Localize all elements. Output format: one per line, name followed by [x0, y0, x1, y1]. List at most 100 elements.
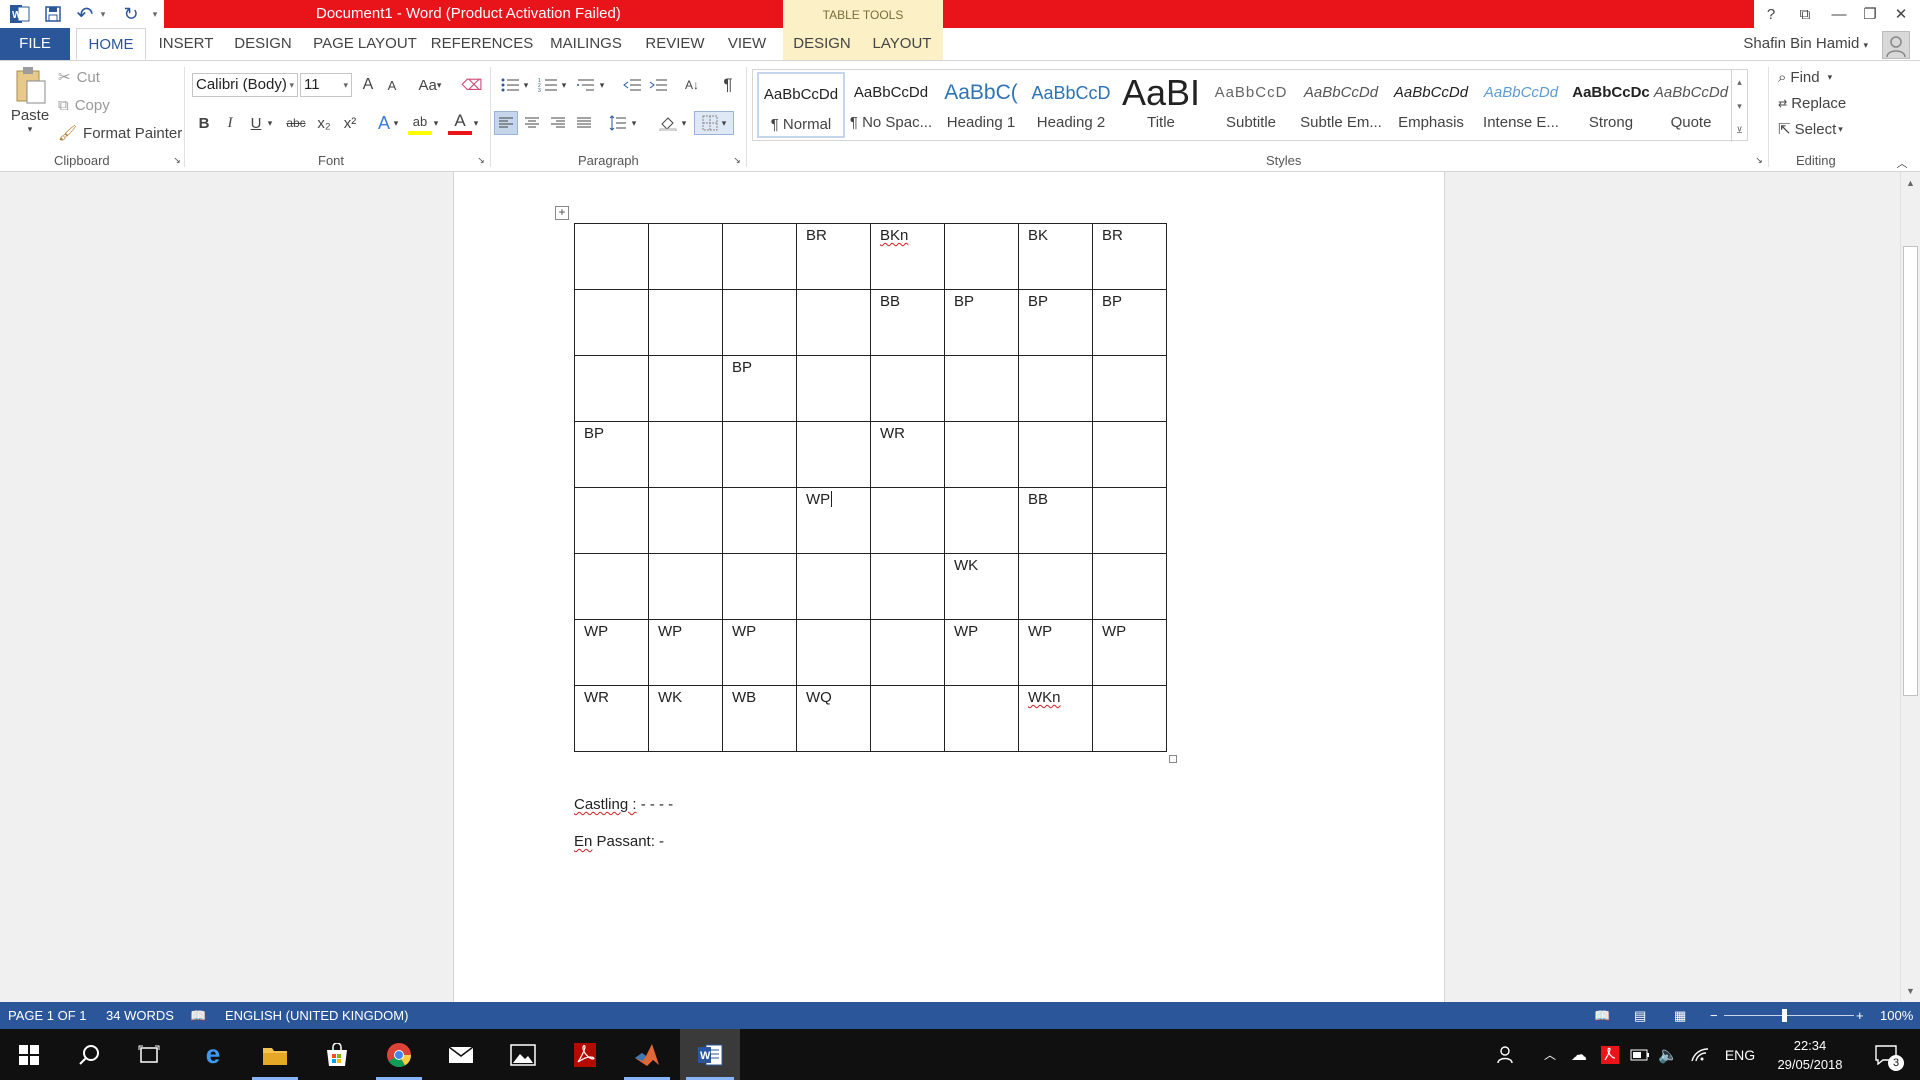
- print-layout-icon[interactable]: ▤: [1634, 1008, 1646, 1024]
- board-cell[interactable]: BR: [796, 223, 871, 290]
- styles-scroll-up-icon[interactable]: ▴: [1731, 70, 1747, 94]
- zoom-level[interactable]: 100%: [1880, 1008, 1913, 1023]
- word-taskbar-icon[interactable]: W: [680, 1029, 740, 1080]
- adobe-tray-icon[interactable]: [1598, 1029, 1622, 1080]
- board-cell[interactable]: [796, 421, 871, 488]
- word-count[interactable]: 34 WORDS: [106, 1008, 174, 1023]
- line-spacing-dropdown-icon[interactable]: ▾: [628, 111, 640, 135]
- borders-button[interactable]: ▾: [694, 111, 734, 135]
- highlight-button[interactable]: ab: [408, 111, 432, 135]
- style-no-spacing[interactable]: AaBbCcDd ¶ No Spac...: [847, 72, 935, 138]
- tab-table-layout[interactable]: LAYOUT: [861, 28, 943, 60]
- chess-board-table[interactable]: BR BKn BK BR BB BP BP BP BP BP WR WP BB WK WP WP WP WP WP W…: [574, 223, 1167, 752]
- increase-indent-icon[interactable]: [646, 73, 670, 97]
- board-cell[interactable]: [1092, 685, 1167, 752]
- customize-qat-dropdown[interactable]: ▾: [148, 3, 162, 25]
- web-layout-icon[interactable]: ▦: [1674, 1008, 1686, 1024]
- superscript-button[interactable]: x²: [338, 111, 362, 135]
- clear-formatting-icon[interactable]: ⌫: [460, 73, 484, 97]
- justify-button[interactable]: [572, 111, 596, 135]
- battery-icon[interactable]: [1628, 1029, 1652, 1080]
- board-cell[interactable]: [870, 487, 945, 554]
- board-cell[interactable]: [1018, 355, 1093, 422]
- acrobat-icon[interactable]: [556, 1029, 614, 1080]
- board-cell[interactable]: [1018, 553, 1093, 620]
- format-painter-button[interactable]: 🖌 Format Painter: [58, 121, 182, 145]
- board-cell[interactable]: [870, 685, 945, 752]
- board-cell[interactable]: WR: [574, 685, 649, 752]
- board-cell[interactable]: [1092, 553, 1167, 620]
- wifi-icon[interactable]: [1688, 1029, 1712, 1080]
- board-cell[interactable]: BB: [870, 289, 945, 356]
- highlight-dropdown-icon[interactable]: ▾: [430, 111, 442, 135]
- tab-design[interactable]: DESIGN: [228, 28, 298, 60]
- board-cell[interactable]: WK: [648, 685, 723, 752]
- board-cell[interactable]: [648, 223, 723, 290]
- board-cell[interactable]: WR: [870, 421, 945, 488]
- board-cell[interactable]: WKn: [1018, 685, 1093, 752]
- volume-icon[interactable]: 🔈: [1656, 1029, 1680, 1080]
- people-icon[interactable]: [1492, 1029, 1522, 1080]
- zoom-in-icon[interactable]: +: [1856, 1008, 1864, 1023]
- board-cell[interactable]: [796, 553, 871, 620]
- board-cell[interactable]: WP: [648, 619, 723, 686]
- document-page[interactable]: + BR BKn BK BR BB BP BP BP BP BP WR WP BB WK WP WP WP WP W…: [453, 172, 1445, 1002]
- minimize-button[interactable]: —: [1822, 0, 1856, 28]
- table-move-handle-icon[interactable]: +: [555, 206, 569, 220]
- zoom-slider-track[interactable]: [1724, 1015, 1854, 1016]
- board-cell[interactable]: WP: [1018, 619, 1093, 686]
- undo-dropdown[interactable]: ▾: [96, 3, 110, 25]
- board-cell[interactable]: [648, 487, 723, 554]
- board-cell[interactable]: [944, 421, 1019, 488]
- board-cell[interactable]: [1092, 421, 1167, 488]
- board-cell[interactable]: BP: [574, 421, 649, 488]
- text-effects-dropdown-icon[interactable]: ▾: [390, 111, 402, 135]
- numbering-dropdown-icon[interactable]: ▾: [558, 73, 570, 97]
- board-cell[interactable]: BKn: [870, 223, 945, 290]
- align-left-button[interactable]: [494, 111, 518, 135]
- board-cell[interactable]: BP: [1092, 289, 1167, 356]
- proofing-icon[interactable]: 📖: [190, 1008, 206, 1024]
- task-view-icon[interactable]: [120, 1029, 178, 1080]
- board-cell[interactable]: BP: [944, 289, 1019, 356]
- table-resize-handle[interactable]: [1169, 755, 1177, 763]
- board-cell[interactable]: [944, 685, 1019, 752]
- onedrive-icon[interactable]: ☁: [1566, 1029, 1592, 1080]
- board-cell[interactable]: [648, 553, 723, 620]
- board-cell[interactable]: [574, 355, 649, 422]
- file-explorer-icon[interactable]: [246, 1029, 304, 1080]
- start-windows-icon[interactable]: [0, 1029, 58, 1080]
- chrome-icon[interactable]: [370, 1029, 428, 1080]
- avatar[interactable]: [1882, 31, 1910, 59]
- tab-mailings[interactable]: MAILINGS: [544, 28, 628, 60]
- numbering-icon[interactable]: 123: [536, 73, 560, 97]
- search-icon[interactable]: [60, 1029, 118, 1080]
- user-name[interactable]: Shafin Bin Hamid ▾: [1743, 28, 1868, 61]
- board-cell[interactable]: [722, 553, 797, 620]
- grow-font-icon[interactable]: A: [356, 73, 380, 97]
- board-cell[interactable]: [648, 355, 723, 422]
- copy-button[interactable]: ⧉ Copy: [58, 93, 110, 117]
- board-cell[interactable]: WQ: [796, 685, 871, 752]
- board-cell[interactable]: [944, 487, 1019, 554]
- tab-references[interactable]: REFERENCES: [430, 28, 534, 60]
- language-status[interactable]: ENGLISH (UNITED KINGDOM): [225, 1008, 408, 1023]
- style-normal[interactable]: AaBbCcDd ¶ Normal: [757, 72, 845, 138]
- italic-button[interactable]: I: [218, 111, 242, 135]
- save-icon[interactable]: [40, 3, 66, 25]
- action-center-icon[interactable]: 3: [1864, 1029, 1908, 1080]
- board-cell[interactable]: [574, 553, 649, 620]
- paste-button[interactable]: Paste ▾: [8, 65, 52, 145]
- board-cell[interactable]: [796, 289, 871, 356]
- style-title[interactable]: AaBI Title: [1117, 72, 1205, 138]
- scroll-down-icon[interactable]: ▼: [1901, 982, 1920, 1000]
- zoom-out-icon[interactable]: −: [1710, 1008, 1718, 1023]
- decrease-indent-icon[interactable]: [620, 73, 644, 97]
- board-cell[interactable]: BR: [1092, 223, 1167, 290]
- board-cell[interactable]: WP: [944, 619, 1019, 686]
- shading-dropdown-icon[interactable]: ▾: [678, 111, 690, 135]
- close-button[interactable]: ✕: [1884, 0, 1918, 28]
- tab-table-design[interactable]: DESIGN: [783, 28, 861, 60]
- font-size-select[interactable]: 11 ▾: [300, 73, 352, 97]
- tab-file[interactable]: FILE: [0, 28, 70, 60]
